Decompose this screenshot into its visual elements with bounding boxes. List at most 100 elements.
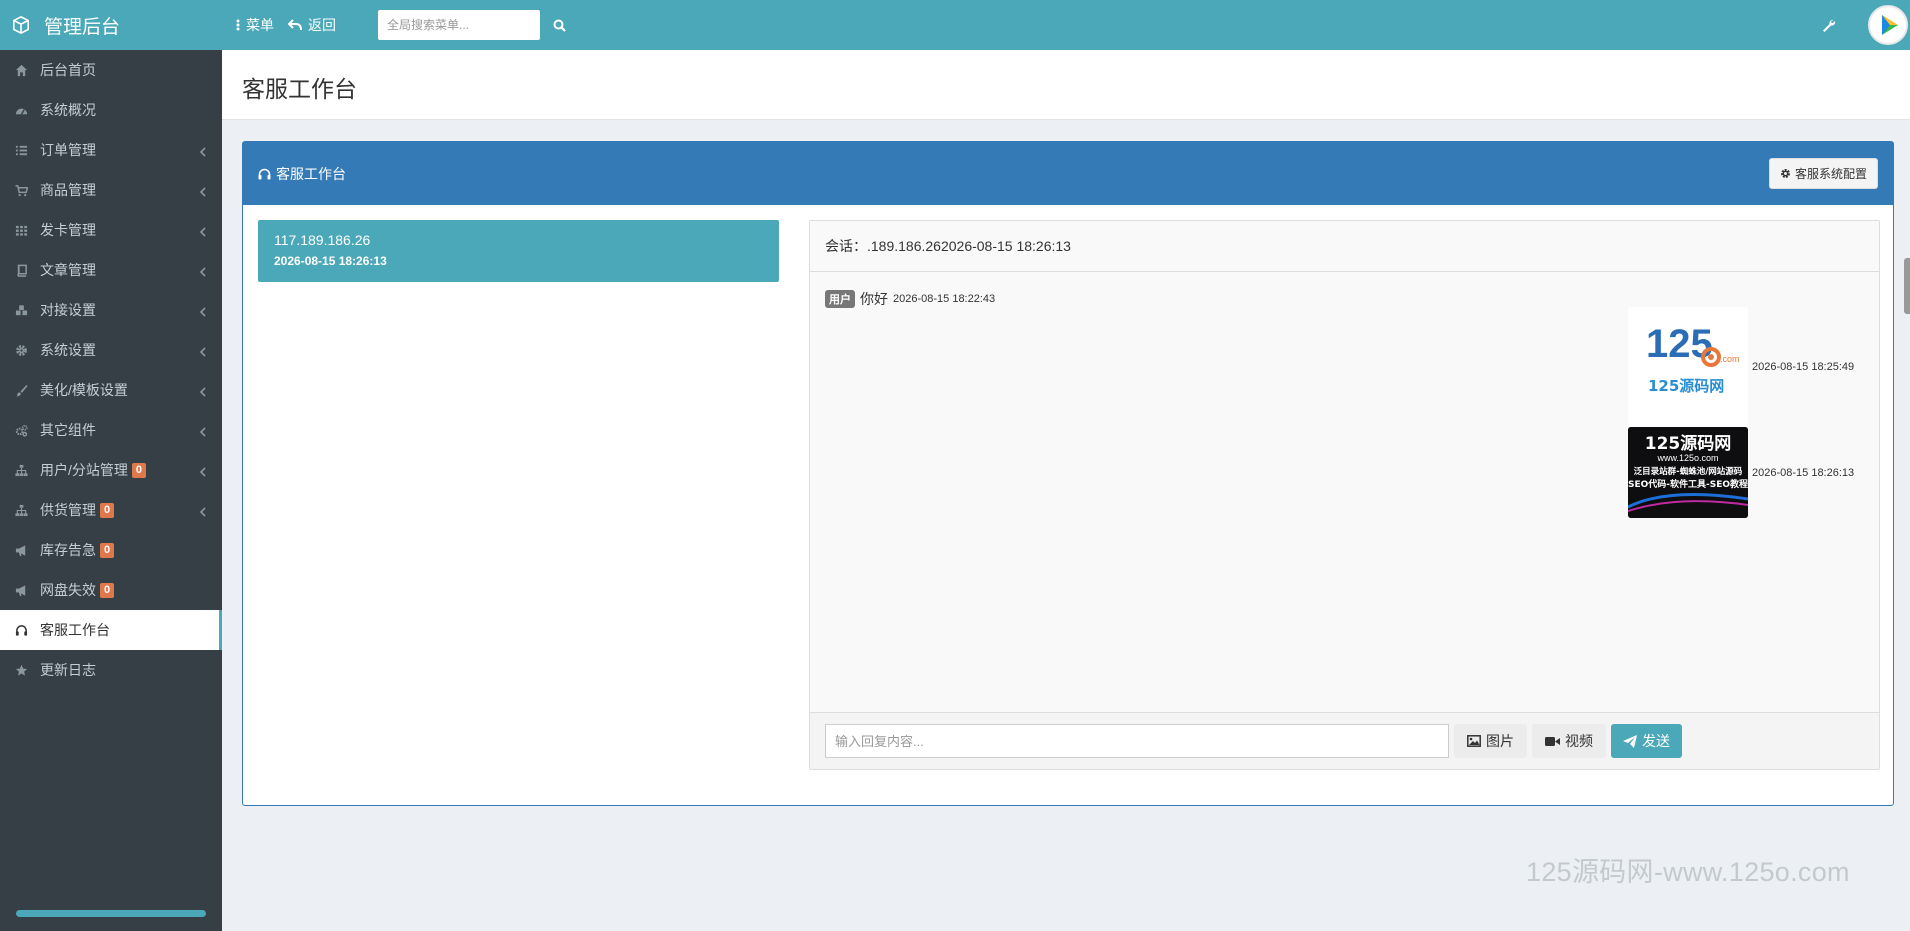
agent-image-message: 125 .com 125源码网 2026-08-15 18:25:49	[1628, 307, 1854, 427]
sidebar-item-label: 库存告急	[40, 542, 96, 558]
grid-icon	[14, 223, 28, 237]
sidebar-item[interactable]: 其它组件	[0, 410, 222, 450]
session-time: 2026-08-15 18:26:13	[274, 254, 387, 268]
message-time: 2026-08-15 18:22:43	[893, 293, 996, 305]
image-button[interactable]: 图片	[1454, 724, 1527, 758]
headphones-icon	[14, 623, 28, 637]
wrench-icon[interactable]	[1821, 18, 1836, 33]
sidebar-item-label: 其它组件	[40, 422, 96, 438]
sidebar-item[interactable]: 网盘失效 0	[0, 570, 222, 610]
sidebar-item[interactable]: 美化/模板设置	[0, 370, 222, 410]
banner-url: www.125o.com	[1656, 453, 1718, 463]
sidebar-item[interactable]: 订单管理	[0, 130, 222, 170]
global-search-input[interactable]	[378, 10, 540, 40]
menu-toggle-label: 菜单	[246, 17, 274, 33]
dashboard-icon	[14, 103, 28, 117]
sidebar-item[interactable]: 供货管理 0	[0, 490, 222, 530]
sidebar-item[interactable]: 发卡管理	[0, 210, 222, 250]
bullhorn-icon	[14, 583, 28, 597]
sidebar-item-label: 更新日志	[40, 662, 96, 678]
user-avatar[interactable]	[1868, 5, 1908, 45]
sidebar-item[interactable]: 系统设置	[0, 330, 222, 370]
chevron-left-icon	[199, 464, 206, 480]
search-icon	[553, 19, 566, 32]
chevron-left-icon	[199, 344, 206, 360]
banner-image[interactable]: 125源码网 www.125o.com 泛目录站群-蜘蛛池/网站源码 SEO代码…	[1628, 427, 1748, 518]
sidebar-item-label: 文章管理	[40, 262, 96, 278]
sidebar-item[interactable]: 对接设置	[0, 290, 222, 330]
sidebar-item[interactable]: 商品管理	[0, 170, 222, 210]
brush-icon	[14, 383, 28, 397]
star-icon	[14, 663, 28, 677]
sidebar-menu: 后台首页系统概况订单管理商品管理发卡管理文章管理对接设置系统设置美化/模板设置其…	[0, 50, 222, 690]
message-text: 你好	[860, 291, 888, 307]
agent-image-message: 125源码网 www.125o.com 泛目录站群-蜘蛛池/网站源码 SEO代码…	[1628, 427, 1854, 518]
sidebar-item[interactable]: 用户/分站管理 0	[0, 450, 222, 490]
logo-cn: 125源码网	[1648, 377, 1724, 395]
chat-window: 会话：.189.186.262026-08-15 18:26:13 用户 你好 …	[809, 220, 1880, 770]
chat-input-bar: 图片 视频 发送	[810, 712, 1879, 769]
banner-line1: 泛目录站群-蜘蛛池/网站源码	[1634, 466, 1743, 477]
list-icon	[14, 143, 28, 157]
sidebar-item-label: 商品管理	[40, 182, 96, 198]
session-item[interactable]: 117.189.186.26 2026-08-15 18:26:13	[258, 220, 779, 282]
search-button[interactable]	[550, 16, 568, 34]
sidebar-item-label: 系统概况	[40, 102, 96, 118]
sidebar-item-label: 发卡管理	[40, 222, 96, 238]
sidebar-item[interactable]: 系统概况	[0, 90, 222, 130]
sidebar-item[interactable]: 客服工作台	[0, 610, 222, 650]
video-camera-icon	[1545, 736, 1560, 746]
count-badge: 0	[131, 462, 147, 478]
sidebar-item-label: 网盘失效	[40, 582, 96, 598]
reply-input[interactable]	[825, 724, 1449, 758]
message-time: 2026-08-15 18:25:49	[1752, 361, 1855, 373]
video-button[interactable]: 视频	[1532, 724, 1606, 758]
chevron-left-icon	[199, 224, 206, 240]
sidebar-item[interactable]: 更新日志	[0, 650, 222, 690]
book-icon	[14, 263, 28, 277]
page-title: 客服工作台	[242, 76, 357, 102]
chevron-left-icon	[199, 264, 206, 280]
session-ip: 117.189.186.26	[274, 232, 371, 248]
headphones-icon	[258, 168, 271, 179]
send-button[interactable]: 发送	[1611, 724, 1682, 758]
sitemap-icon	[14, 463, 28, 477]
logo-com: .com	[1720, 354, 1740, 364]
watermark: 125源码网-www.125o.com	[1526, 857, 1850, 887]
chevron-left-icon	[199, 504, 206, 520]
banner-125-graphic: 125源码网 www.125o.com 泛目录站群-蜘蛛池/网站源码 SEO代码…	[1628, 427, 1748, 518]
bullhorn-icon	[14, 543, 28, 557]
cart-icon	[14, 183, 28, 197]
sidebar-item[interactable]: 后台首页	[0, 50, 222, 90]
reply-icon	[288, 19, 302, 31]
logo-image[interactable]: 125 .com 125源码网	[1628, 307, 1748, 427]
menu-toggle-button[interactable]: 菜单	[236, 15, 274, 35]
brand[interactable]: 管理后台	[0, 0, 222, 50]
video-button-label: 视频	[1565, 733, 1593, 749]
play-logo-icon	[1871, 8, 1905, 42]
top-header: 管理后台 菜单 返回	[0, 0, 1910, 50]
count-badge: 0	[100, 542, 115, 558]
sidebar-item-label: 美化/模板设置	[40, 382, 128, 398]
sidebar-item-label: 对接设置	[40, 302, 96, 318]
banner-title: 125源码网	[1645, 433, 1732, 454]
ellipsis-vertical-icon	[236, 19, 240, 31]
panel-title: 客服工作台	[276, 165, 346, 182]
chevron-left-icon	[199, 384, 206, 400]
cube-icon	[12, 16, 30, 34]
sidebar-item-label: 客服工作台	[40, 622, 110, 638]
sidebar-item-label: 后台首页	[40, 62, 96, 78]
back-button[interactable]: 返回	[288, 15, 336, 35]
sidebar-item[interactable]: 库存告急 0	[0, 530, 222, 570]
gear-icon	[14, 343, 28, 357]
gears-icon	[14, 423, 28, 437]
global-search	[378, 10, 568, 40]
service-config-button[interactable]: 客服系统配置	[1768, 158, 1878, 189]
scrollbar-handle[interactable]	[1904, 258, 1910, 314]
message-time: 2026-08-15 18:26:13	[1752, 466, 1855, 479]
sidebar-progress-bar	[16, 910, 206, 917]
chat-header: 会话：.189.186.262026-08-15 18:26:13	[810, 221, 1879, 272]
gear-icon	[1780, 169, 1790, 178]
sidebar-item-label: 用户/分站管理	[40, 462, 128, 478]
sidebar-item[interactable]: 文章管理	[0, 250, 222, 290]
